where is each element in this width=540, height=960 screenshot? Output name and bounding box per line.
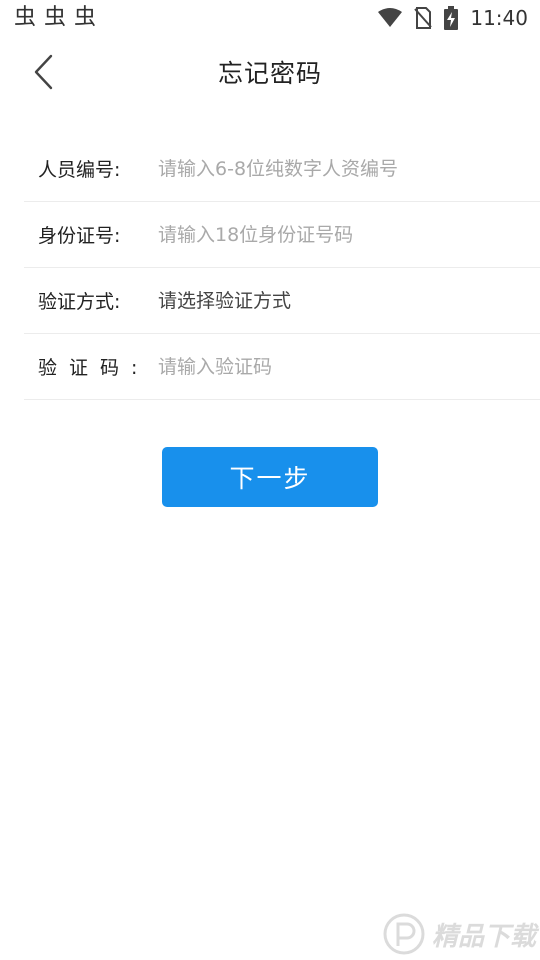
verify-method-select[interactable]: 请选择验证方式 [158, 281, 540, 321]
status-bar: 虫 虫 虫 11:40 [0, 0, 540, 36]
employee-id-input[interactable] [158, 148, 540, 189]
employee-id-label: 人员编号: [38, 159, 121, 181]
no-sim-icon [414, 7, 433, 29]
next-step-button[interactable]: 下一步 [162, 447, 378, 507]
verify-method-label: 验证方式: [38, 291, 121, 313]
page-title: 忘记密码 [217, 59, 322, 88]
bug-icon: 虫 [44, 5, 67, 30]
bug-icon: 虫 [74, 5, 97, 30]
employee-id-row: 人员编号: [24, 136, 540, 202]
id-number-row: 身份证号: [24, 202, 540, 268]
verify-code-input[interactable] [158, 346, 540, 387]
bug-icon: 虫 [14, 5, 37, 30]
navigation-bar: 忘记密码 [0, 40, 540, 104]
wifi-icon [378, 8, 403, 27]
id-number-label: 身份证号: [38, 225, 121, 247]
status-time: 11:40 [470, 6, 528, 30]
verify-code-label: 验证码: [38, 357, 150, 379]
verify-code-row: 验证码: [24, 334, 540, 400]
watermark: 精品下载 [382, 912, 536, 956]
id-number-input[interactable] [158, 214, 540, 255]
watermark-logo-icon [383, 913, 425, 955]
watermark-text: 精品下载 [431, 921, 536, 952]
battery-charging-icon [444, 6, 459, 30]
verify-method-row[interactable]: 验证方式: 请选择验证方式 [24, 268, 540, 334]
system-status: 11:40 [378, 4, 528, 32]
notification-icons: 虫 虫 虫 [14, 4, 96, 32]
forgot-password-form: 人员编号: 身份证号: 验证方式: 请选择验证方式 验证码: [24, 136, 540, 400]
